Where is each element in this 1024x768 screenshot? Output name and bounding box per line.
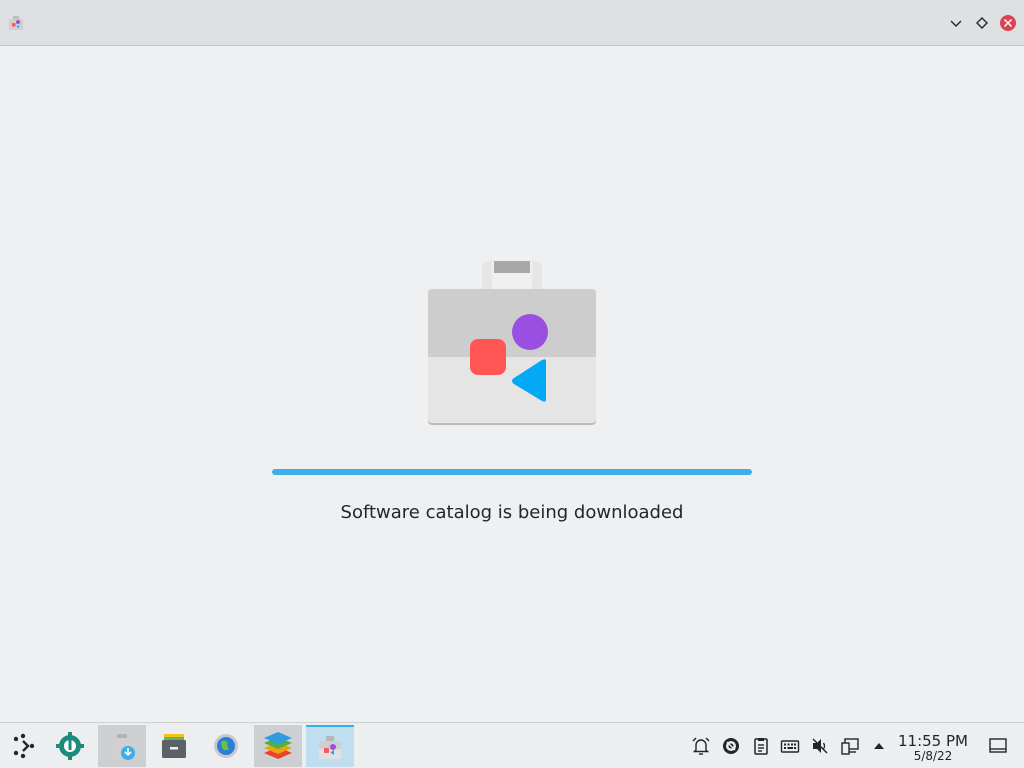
title-bar <box>0 0 1024 46</box>
close-button[interactable] <box>998 13 1018 33</box>
taskbar <box>0 722 1024 768</box>
alarm-icon[interactable] <box>691 736 711 756</box>
task-layers-app[interactable] <box>254 725 302 767</box>
vault-icon[interactable] <box>721 736 741 756</box>
system-settings-icon <box>56 732 84 760</box>
maximize-button[interactable] <box>972 13 992 33</box>
task-discover-download[interactable] <box>98 725 146 767</box>
app-launcher-button[interactable] <box>0 725 48 767</box>
chevron-down-icon <box>950 20 962 27</box>
app-launcher-icon <box>13 733 35 759</box>
minimize-button[interactable] <box>946 13 966 33</box>
keyboard-icon[interactable] <box>780 736 800 756</box>
task-discover[interactable] <box>306 725 354 767</box>
web-browser-icon <box>214 734 238 758</box>
clock-date[interactable]: 5/8/22 <box>896 749 970 763</box>
progress-bar <box>272 469 752 475</box>
task-file-archive[interactable] <box>150 725 198 767</box>
discover-store-icon <box>428 261 596 425</box>
task-web-browser[interactable] <box>202 725 250 767</box>
network-icon[interactable] <box>840 736 860 756</box>
status-message: Software catalog is being downloaded <box>340 502 684 523</box>
show-desktop-icon[interactable] <box>988 736 1008 756</box>
volume-muted-icon[interactable] <box>810 736 830 756</box>
discover-icon <box>9 16 23 30</box>
clock-time[interactable]: 11:55 PM <box>896 732 970 750</box>
layers-app-icon <box>264 732 292 759</box>
discover-icon <box>319 736 341 759</box>
file-archive-icon <box>162 734 186 758</box>
discover-download-icon <box>111 734 135 760</box>
main-content: Software catalog is being downloaded <box>0 47 1024 722</box>
clipboard-icon[interactable] <box>751 736 771 756</box>
expand-tray-icon[interactable] <box>869 736 889 756</box>
task-system-settings[interactable] <box>46 725 94 767</box>
diamond-icon <box>976 17 988 29</box>
progress-fill <box>272 469 752 475</box>
